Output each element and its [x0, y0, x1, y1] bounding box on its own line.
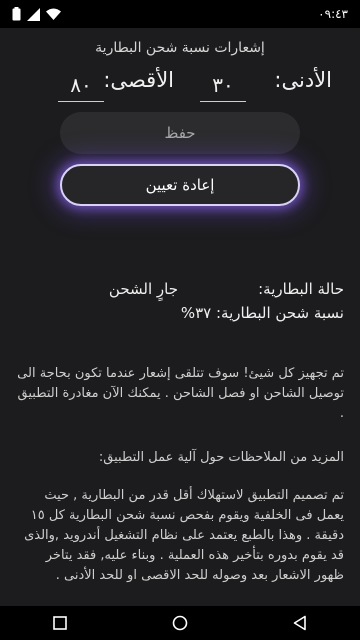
- notes-paragraph: تم تصميم التطبيق لاستهلاك أقل قدر من الب…: [24, 488, 344, 583]
- limits-row: الأدنى: الأقصى:: [0, 68, 360, 108]
- main-content: إشعارات نسبة شحن البطارية الأدنى: الأقصى…: [0, 28, 360, 640]
- home-icon[interactable]: [170, 613, 190, 633]
- status-bar: ٠٩:٤٣: [0, 0, 360, 28]
- min-label: الأدنى:: [274, 68, 332, 92]
- battery-percent-line: نسبة شحن البطارية: ٣٧%: [180, 304, 344, 322]
- min-input[interactable]: [200, 68, 246, 102]
- recents-icon[interactable]: [50, 613, 70, 633]
- ready-message: تم تجهيز كل شيئ! سوف تتلقى إشعار عندما ت…: [17, 366, 344, 421]
- max-input[interactable]: [58, 68, 104, 102]
- signal-icon: [27, 7, 40, 21]
- save-button[interactable]: حفظ: [60, 112, 300, 154]
- more-notes-heading: المزيد من الملاحظات حول آلية عمل التطبيق…: [98, 450, 344, 465]
- status-icons: [12, 7, 61, 21]
- battery-state-label: حالة البطارية:: [258, 280, 344, 298]
- wifi-icon: [46, 8, 61, 20]
- app-screen: ٠٩:٤٣ إشعارات نسبة شحن البطارية الأدنى: …: [0, 0, 360, 640]
- battery-icon: [12, 7, 21, 21]
- battery-state-value: جارٍ الشحن: [108, 280, 178, 298]
- navigation-bar: [0, 606, 360, 640]
- reset-button[interactable]: إعادة تعيين: [60, 164, 300, 206]
- page-title: إشعارات نسبة شحن البطارية: [95, 40, 265, 56]
- back-icon[interactable]: [290, 613, 310, 633]
- max-label: الأقصى:: [103, 68, 174, 92]
- status-time: ٠٩:٤٣: [318, 7, 348, 21]
